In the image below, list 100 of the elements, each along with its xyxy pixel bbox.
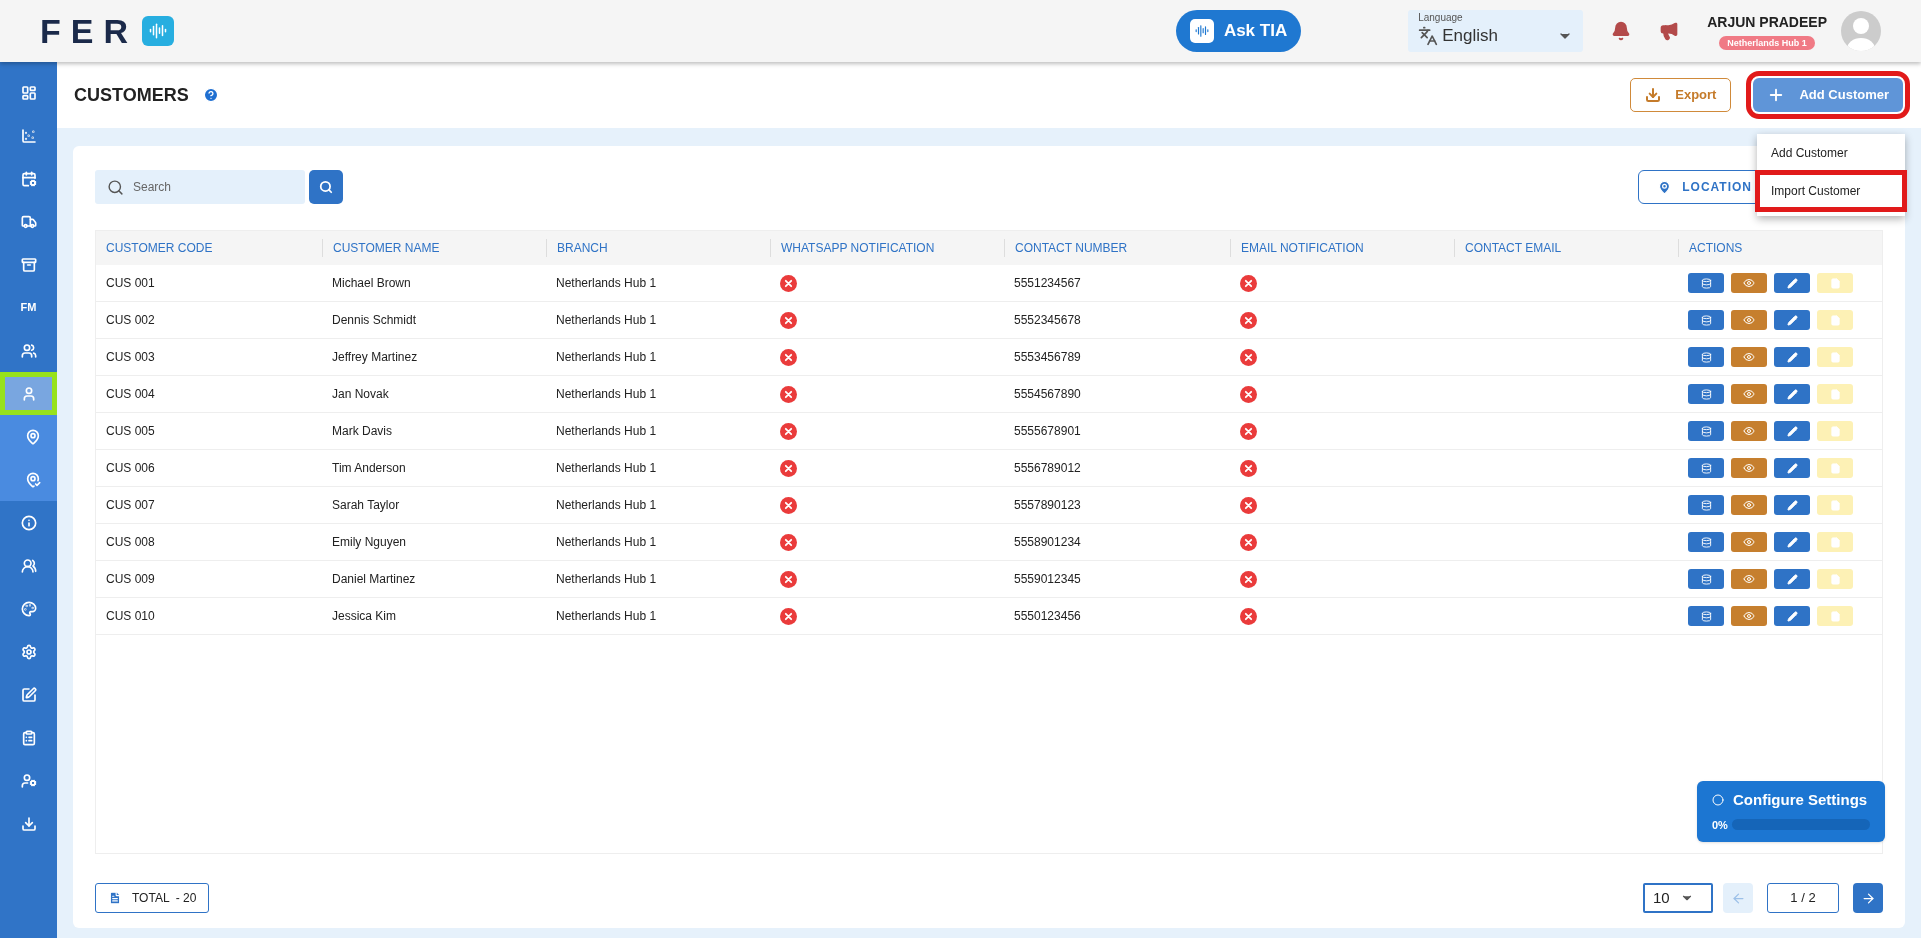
table-cell: Sarah Taylor [332,498,400,512]
user-name: ARJUN PRADEEP [1707,13,1827,32]
eye-icon [1743,314,1755,326]
column-header: WHATSAPP NOTIFICATION [781,240,935,257]
edit-button[interactable] [1774,532,1810,552]
table-cell: Netherlands Hub 1 [556,424,657,438]
download-icon [20,815,37,832]
eye-icon [1743,277,1755,289]
edit-button[interactable] [1774,421,1810,441]
view-button[interactable] [1731,606,1767,626]
table-cell: CUS 010 [106,609,155,623]
pencil-icon [1786,351,1798,363]
next-page-button[interactable] [1853,883,1883,913]
edit-button[interactable] [1774,310,1810,330]
column-header: CUSTOMER NAME [333,240,440,257]
search-field[interactable]: Search [95,170,305,204]
table-cell: Netherlands Hub 1 [556,276,657,290]
eye-icon [1743,573,1755,585]
view-button[interactable] [1731,310,1767,330]
table-cell: 5557890123 [1014,498,1081,512]
info-icon [20,514,37,531]
pencil-icon [1786,277,1798,289]
database-button[interactable] [1688,458,1724,478]
clipboard-icon [20,729,37,746]
users-icon [20,342,37,359]
database-button[interactable] [1688,495,1724,515]
eye-icon [1743,351,1755,363]
document-icon [1829,388,1841,400]
page-title: CUSTOMERS [74,83,189,107]
sidebar-item[interactable] [0,458,57,501]
total-badge[interactable]: TOTAL - 20 [95,883,210,913]
database-button[interactable] [1688,384,1724,404]
database-button[interactable] [1688,532,1724,552]
assistant-icon [1189,19,1214,43]
pencil-icon [1786,536,1798,548]
document-icon [1829,351,1841,363]
search-button[interactable] [309,170,343,204]
database-button[interactable] [1688,310,1724,330]
user-gear-icon [20,772,37,789]
database-icon [1700,351,1712,363]
view-button[interactable] [1731,495,1767,515]
view-button[interactable] [1731,421,1767,441]
database-icon [1700,388,1712,400]
table-cell: Emily Nguyen [332,535,407,549]
announcement-icon[interactable] [1659,21,1680,41]
arrow-right-icon [1860,890,1876,906]
progress-percent: 0% [1712,817,1728,833]
view-button[interactable] [1731,273,1767,293]
view-button[interactable] [1731,532,1767,552]
view-button[interactable] [1731,458,1767,478]
column-header: ACTIONS [1689,240,1743,257]
view-button[interactable] [1731,347,1767,367]
widget-title: Configure Settings [1733,790,1868,810]
language-select[interactable]: Language English [1408,10,1584,52]
table-cell: 5555678901 [1014,424,1081,438]
table-cell: 5558901234 [1014,535,1081,549]
table-cell: 5559012345 [1014,572,1081,586]
location-check-icon [24,471,41,488]
database-button[interactable] [1688,273,1724,293]
table-cell: Jessica Kim [332,609,396,623]
database-button[interactable] [1688,347,1724,367]
view-button[interactable] [1731,569,1767,589]
edit-button[interactable] [1774,569,1810,589]
table-cell: 5550123456 [1014,609,1081,623]
edit-button[interactable] [1774,273,1810,293]
database-icon [1700,314,1712,326]
menu-item[interactable]: Add Customer [1757,134,1905,172]
table-cell: CUS 008 [106,535,155,549]
view-button[interactable] [1731,384,1767,404]
ask-tia-button[interactable]: Ask TIA [1175,10,1302,52]
help-icon[interactable] [202,87,219,103]
notification-bell-icon[interactable] [1611,21,1632,41]
table-cell: CUS 007 [106,498,155,512]
column-header: CONTACT NUMBER [1015,240,1128,257]
table-cell: CUS 005 [106,424,155,438]
pencil-icon [1786,462,1798,474]
export-button[interactable]: Export [1630,78,1732,112]
table-cell: Netherlands Hub 1 [556,387,657,401]
pencil-icon [1786,388,1798,400]
database-button[interactable] [1688,421,1724,441]
edit-button[interactable] [1774,606,1810,626]
logo-mark-icon [142,16,174,46]
document-icon [1829,573,1841,585]
table-cell: Daniel Martinez [332,572,416,586]
edit-button[interactable] [1774,458,1810,478]
page-size-select[interactable]: 10 [1643,883,1713,913]
table-cell: Tim Anderson [332,461,406,475]
document-icon [1829,499,1841,511]
sidebar-item[interactable]: FM [0,286,57,329]
edit-button[interactable] [1774,347,1810,367]
database-button[interactable] [1688,606,1724,626]
edit-button[interactable] [1774,495,1810,515]
eye-icon [1743,388,1755,400]
edit-button[interactable] [1774,384,1810,404]
database-icon [1700,573,1712,585]
sidebar-item[interactable] [0,415,57,458]
column-header: CONTACT EMAIL [1465,240,1562,257]
pencil-icon [1786,573,1798,585]
database-button[interactable] [1688,569,1724,589]
configure-settings-widget[interactable]: Configure Settings 0% [1697,781,1885,842]
